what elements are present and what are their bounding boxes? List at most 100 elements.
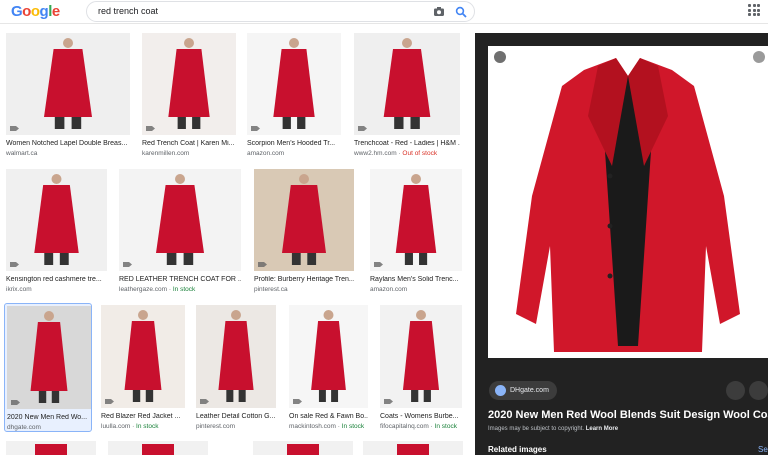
top-bar: Google red trench coat [0,0,768,24]
stock-status: Out of stock [402,150,438,157]
learn-more-link[interactable]: Learn More [586,426,618,432]
result-domain: pinterest.com [196,423,236,430]
logo-letter: o [22,3,31,20]
result-thumbnail[interactable] [6,169,107,271]
result-title[interactable]: Red Trench Coat | Karen Mi... [142,140,236,147]
result-thumbnail[interactable] [6,33,130,135]
image-result[interactable]: Women Notched Lapel Double Breas... walma… [6,33,130,157]
result-thumbnail[interactable] [108,441,208,455]
result-title[interactable]: Women Notched Lapel Double Breas... [6,140,130,147]
copyright-notice: Images may be subject to copyright. Lear… [488,426,618,432]
logo-letter: g [39,3,49,20]
stock-status: In stock [172,286,196,293]
result-title[interactable]: Kensington red cashmere tre... [6,276,107,283]
related-images-heading: Related images [488,445,547,454]
result-thumbnail[interactable] [370,169,462,271]
result-title[interactable]: On sale Red & Fawn Bo... [289,413,368,420]
result-thumbnail[interactable] [6,441,96,455]
result-source: mackintosh.com · In stock [289,423,364,430]
logo-letter: o [30,3,40,20]
result-source: www2.hm.com · Out of stock [354,150,437,157]
tag-icon [123,261,133,268]
image-result[interactable]: Red Trench Coat | Karen Mi... karenmillen… [142,33,236,157]
image-result[interactable]: Raylans Men's Solid Trenc... amazon.com [370,169,462,293]
image-result[interactable]: Trenchcoat - Red - Ladies | H&M ... www2.… [354,33,460,157]
tag-icon [146,125,156,132]
result-thumbnail[interactable] [253,441,353,455]
share-icon[interactable] [726,381,745,400]
result-thumbnail[interactable] [101,305,185,408]
result-domain: karenmillen.com [142,150,190,157]
tag-icon [358,125,368,132]
result-domain: www2.hm.com [354,150,397,157]
result-source: walmart.ca [6,150,37,157]
tag-icon [10,125,20,132]
image-result[interactable]: Kensington red cashmere tre... ikrix.com [6,169,107,293]
result-title[interactable]: 2020 New Men Red Wo... [7,414,91,421]
see-more-link[interactable]: Se [758,445,768,454]
preview-image[interactable] [488,46,768,358]
result-source: dhgate.com [7,424,41,431]
result-domain: amazon.com [247,150,285,157]
result-source: luulla.com · In stock [101,423,158,430]
tag-icon [258,261,268,268]
result-source: fifocapitalnq.com · In stock [380,423,457,430]
result-source: amazon.com [370,286,407,293]
image-result[interactable]: On sale Red & Fawn Bo... mackintosh.com ·… [289,305,368,430]
source-chip[interactable]: DHgate.com [489,381,557,400]
stock-status: In stock [434,423,457,430]
result-source: karenmillen.com [142,150,189,157]
result-title[interactable]: RED LEATHER TRENCH COAT FOR ... [119,276,241,283]
preview-panel: DHgate.com 2020 New Men Red Wool Blends … [475,33,768,455]
google-logo[interactable]: Google [11,3,60,21]
logo-letter: e [51,3,60,20]
result-domain: fifocapitalnq.com [380,423,429,430]
camera-icon[interactable] [433,6,445,17]
search-input[interactable]: red trench coat [98,6,158,16]
result-thumbnail[interactable] [289,305,368,408]
image-result[interactable]: Scorpion Men's Hooded Tr... amazon.com [247,33,341,157]
result-title[interactable]: Profile: Burberry Heritage Tren... [254,276,354,283]
search-icon[interactable] [455,6,467,18]
result-title[interactable]: Leather Detail Cotton G... [196,413,276,420]
stock-status: In stock [136,423,159,430]
result-thumbnail[interactable] [196,305,276,408]
result-domain: pinterest.ca [254,286,288,293]
result-thumbnail[interactable] [142,33,236,135]
result-source: pinterest.ca [254,286,288,293]
result-source: ikrix.com [6,286,32,293]
result-thumbnail[interactable] [119,169,241,271]
close-icon[interactable] [494,51,506,63]
result-domain: leathergaze.com [119,286,168,293]
search-box[interactable]: red trench coat [86,1,475,22]
result-thumbnail[interactable] [7,306,91,409]
result-domain: amazon.com [370,286,408,293]
result-source: leathergaze.com · In stock [119,286,195,293]
result-thumbnail[interactable] [247,33,341,135]
result-thumbnail[interactable] [363,441,463,455]
bookmark-icon[interactable] [749,381,768,400]
result-thumbnail[interactable] [380,305,462,408]
result-title[interactable]: Raylans Men's Solid Trenc... [370,276,462,283]
result-title[interactable]: Scorpion Men's Hooded Tr... [247,140,341,147]
image-result[interactable]: Red Blazer Red Jacket ... luulla.com · In… [101,305,185,430]
result-title[interactable]: Red Blazer Red Jacket ... [101,413,185,420]
result-title[interactable]: Trenchcoat - Red - Ladies | H&M ... [354,140,460,147]
image-result[interactable]: 2020 New Men Red Wo... dhgate.com [4,303,92,432]
stock-status: In stock [341,423,365,430]
apps-grid-icon[interactable] [748,4,760,16]
image-result[interactable]: Profile: Burberry Heritage Tren... pinter… [254,169,354,293]
image-result[interactable]: Leather Detail Cotton G... pinterest.com [196,305,276,430]
chevron-left-icon[interactable] [753,51,765,63]
result-title[interactable]: Coats - Womens Burbe... [380,413,462,420]
result-thumbnail[interactable] [254,169,354,271]
tag-icon [11,399,21,406]
tag-icon [251,125,261,132]
image-result[interactable]: Coats - Womens Burbe... fifocapitalnq.com… [380,305,462,430]
result-domain: luulla.com [101,423,131,430]
image-result[interactable]: RED LEATHER TRENCH COAT FOR ... leatherga… [119,169,241,293]
tag-icon [10,261,20,268]
result-thumbnail[interactable] [354,33,460,135]
result-domain: walmart.ca [6,150,38,157]
preview-title[interactable]: 2020 New Men Red Wool Blends Suit Design… [488,409,768,421]
